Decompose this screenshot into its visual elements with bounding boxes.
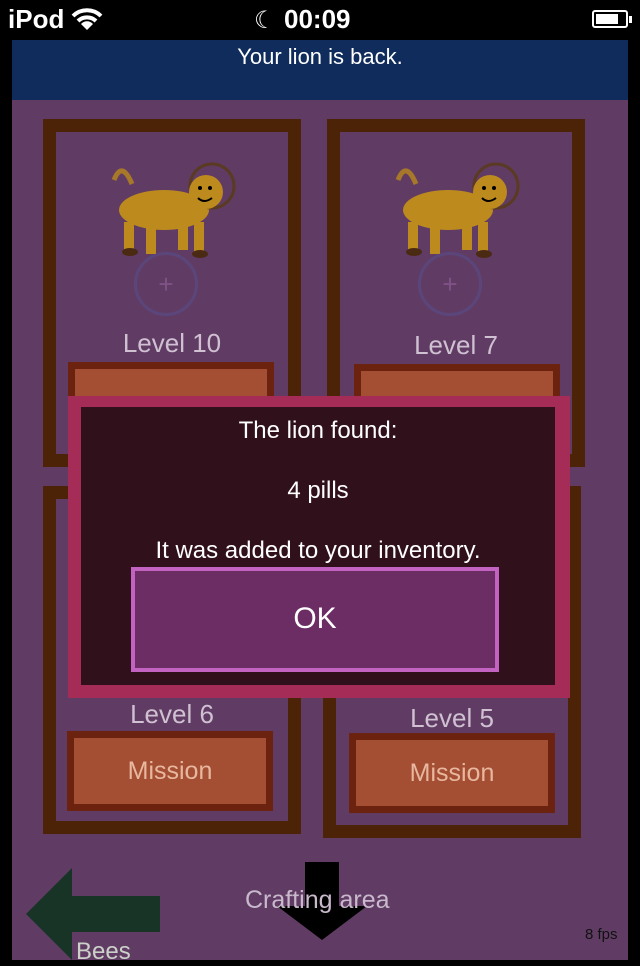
card-level-label: Level 7 [414, 330, 498, 360]
status-bar: iPod ☾ 00:09 [0, 0, 640, 40]
card-level-label: Level 5 [410, 703, 494, 733]
lion-icon [94, 152, 244, 267]
battery-icon [592, 10, 632, 28]
mission-button[interactable]: Mission [349, 733, 555, 813]
fps-counter: 8 fps [585, 926, 618, 943]
card-level-label: Level 10 [122, 328, 222, 358]
ok-button[interactable]: OK [131, 567, 499, 672]
card-level-label: Level 6 [130, 699, 214, 729]
dialog-title: The lion found: [238, 417, 398, 444]
plus-slot-icon[interactable]: + [418, 252, 482, 316]
wifi-icon [70, 6, 104, 37]
bees-label[interactable]: Bees [76, 938, 131, 966]
mission-button[interactable]: Mission [67, 731, 273, 811]
crafting-area-label[interactable]: Crafting area [245, 886, 390, 915]
carrier-label: iPod [8, 4, 65, 34]
lion-icon [378, 152, 528, 267]
found-item-dialog: The lion found: 4 pills It was added to … [81, 407, 555, 685]
dialog-message: It was added to your inventory. [155, 537, 481, 564]
dialog-item: 4 pills [287, 477, 349, 504]
plus-slot-icon[interactable]: + [134, 252, 198, 316]
dialog-frame: The lion found: 4 pills It was added to … [68, 396, 570, 698]
clock-time: 00:09 [284, 4, 351, 34]
moon-icon: ☾ [254, 7, 276, 34]
notification-banner: Your lion is back. [12, 40, 628, 100]
